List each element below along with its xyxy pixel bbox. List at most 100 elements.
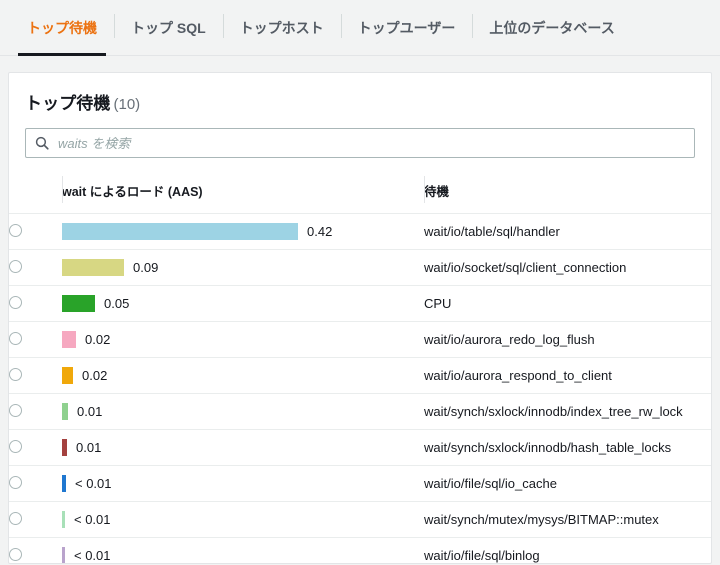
load-bar-row: < 0.01	[62, 547, 424, 563]
load-value-label: 0.42	[307, 224, 333, 239]
load-value-label: 0.01	[77, 404, 103, 419]
row-select-cell[interactable]	[9, 393, 62, 430]
wait-event-cell: wait/io/aurora_redo_log_flush	[424, 321, 711, 358]
radio-button[interactable]	[9, 223, 22, 237]
load-bar-row: 0.05	[62, 295, 424, 312]
load-cell: < 0.01	[62, 465, 424, 502]
wait-event-cell: wait/io/aurora_respond_to_client	[424, 357, 711, 394]
load-value-label: 0.01	[76, 440, 102, 455]
radio-button[interactable]	[9, 475, 22, 489]
column-header-load[interactable]: wait によるロード (AAS)	[62, 174, 424, 214]
search-box[interactable]	[25, 128, 695, 158]
page-title: トップ待機	[25, 94, 111, 113]
search-icon	[35, 136, 49, 150]
load-bar-row: < 0.01	[62, 511, 424, 528]
tab-top-databases[interactable]: 上位のデータベース	[472, 0, 631, 56]
load-bar	[62, 547, 65, 563]
row-select-cell[interactable]	[9, 537, 62, 563]
tab-top-waits[interactable]: トップ待機	[10, 0, 114, 56]
load-bar-row: 0.01	[62, 403, 424, 420]
wait-event-cell: CPU	[424, 285, 711, 322]
load-bar	[62, 295, 95, 312]
load-value-label: 0.05	[104, 296, 130, 311]
radio-button[interactable]	[9, 331, 22, 345]
load-bar	[62, 403, 68, 420]
wait-event-cell: wait/io/file/sql/io_cache	[424, 465, 711, 502]
wait-event-cell: wait/io/socket/sql/client_connection	[424, 249, 711, 286]
load-bar	[62, 511, 65, 528]
wait-event-cell: wait/synch/mutex/mysys/BITMAP::mutex	[424, 501, 711, 538]
load-bar	[62, 475, 66, 492]
column-header-select	[9, 174, 62, 214]
wait-event-cell: wait/synch/sxlock/innodb/index_tree_rw_l…	[424, 393, 711, 430]
load-value-label: < 0.01	[74, 548, 111, 563]
load-cell: < 0.01	[62, 537, 424, 563]
load-cell: < 0.01	[62, 501, 424, 538]
load-value-label: < 0.01	[75, 476, 112, 491]
radio-button[interactable]	[9, 547, 22, 561]
panel-header: トップ待機 (10)	[9, 73, 711, 114]
wait-event-cell: wait/synch/sxlock/innodb/hash_table_lock…	[424, 429, 711, 466]
table-row[interactable]: 0.05 CPU	[9, 285, 711, 322]
wait-event-cell: wait/io/file/sql/binlog	[424, 537, 711, 563]
table-row[interactable]: 0.02 wait/io/aurora_respond_to_client	[9, 357, 711, 394]
load-value-label: < 0.01	[74, 512, 111, 527]
tab-top-sql[interactable]: トップ SQL	[114, 0, 223, 56]
radio-button[interactable]	[9, 511, 22, 525]
table-row[interactable]: < 0.01 wait/synch/mutex/mysys/BITMAP::mut…	[9, 501, 711, 538]
tab-label: トップ待機	[27, 20, 97, 36]
load-value-label: 0.02	[82, 368, 108, 383]
top-waits-panel: トップ待機(10) wait によるロード (AAS) 待機 0.42 wait/…	[8, 72, 712, 564]
load-bar	[62, 439, 67, 456]
search-input[interactable]	[58, 135, 685, 151]
load-bar-row: 0.02	[62, 367, 424, 384]
table-row[interactable]: < 0.01 wait/io/file/sql/io_cache	[9, 465, 711, 502]
row-select-cell[interactable]	[9, 249, 62, 286]
tab-label: 上位のデータベース	[489, 20, 615, 36]
radio-button[interactable]	[9, 403, 22, 417]
row-select-cell[interactable]	[9, 321, 62, 358]
tab-label: トップユーザー	[357, 20, 456, 36]
load-bar	[62, 367, 73, 384]
wait-event-cell: wait/io/table/sql/handler	[424, 213, 711, 250]
load-value-label: 0.09	[133, 260, 159, 275]
row-select-cell[interactable]	[9, 501, 62, 538]
table-row[interactable]: 0.01 wait/synch/sxlock/innodb/hash_table_…	[9, 429, 711, 466]
table-row[interactable]: 0.09 wait/io/socket/sql/client_connection	[9, 249, 711, 286]
table-header: wait によるロード (AAS) 待機	[9, 174, 711, 214]
tab-label: トップホスト	[239, 20, 324, 36]
tab-label: トップ SQL	[131, 20, 206, 36]
row-select-cell[interactable]	[9, 213, 62, 250]
table-row[interactable]: < 0.01 wait/io/file/sql/binlog	[9, 537, 711, 563]
load-bar-row: < 0.01	[62, 475, 424, 492]
load-cell: 0.09	[62, 249, 424, 286]
load-cell: 0.01	[62, 393, 424, 430]
column-header-wait[interactable]: 待機	[424, 174, 711, 214]
load-bar-row: 0.02	[62, 331, 424, 348]
row-select-cell[interactable]	[9, 429, 62, 466]
table-row[interactable]: 0.02 wait/io/aurora_redo_log_flush	[9, 321, 711, 358]
tab-bar: トップ待機 トップ SQL トップホスト トップユーザー 上位のデータベース	[0, 0, 720, 56]
top-waits-table: wait によるロード (AAS) 待機 0.42 wait/io/table/s…	[9, 174, 711, 563]
load-bar	[62, 331, 76, 348]
table-header-row: wait によるロード (AAS) 待機	[9, 174, 711, 214]
load-cell: 0.02	[62, 357, 424, 394]
row-select-cell[interactable]	[9, 465, 62, 502]
tab-top-users[interactable]: トップユーザー	[340, 0, 473, 56]
row-select-cell[interactable]	[9, 285, 62, 322]
load-bar	[62, 223, 298, 240]
load-bar-row: 0.42	[62, 223, 424, 240]
load-value-label: 0.02	[85, 332, 111, 347]
table-row[interactable]: 0.42 wait/io/table/sql/handler	[9, 213, 711, 250]
load-bar-row: 0.09	[62, 259, 424, 276]
radio-button[interactable]	[9, 259, 22, 273]
radio-button[interactable]	[9, 439, 22, 453]
table-body: 0.42 wait/io/table/sql/handler 0.09 wait/io…	[9, 213, 711, 563]
item-count: (10)	[113, 96, 141, 113]
tab-top-hosts[interactable]: トップホスト	[222, 0, 341, 56]
row-select-cell[interactable]	[9, 357, 62, 394]
load-cell: 0.05	[62, 285, 424, 322]
radio-button[interactable]	[9, 367, 22, 381]
radio-button[interactable]	[9, 295, 22, 309]
table-row[interactable]: 0.01 wait/synch/sxlock/innodb/index_tree_…	[9, 393, 711, 430]
